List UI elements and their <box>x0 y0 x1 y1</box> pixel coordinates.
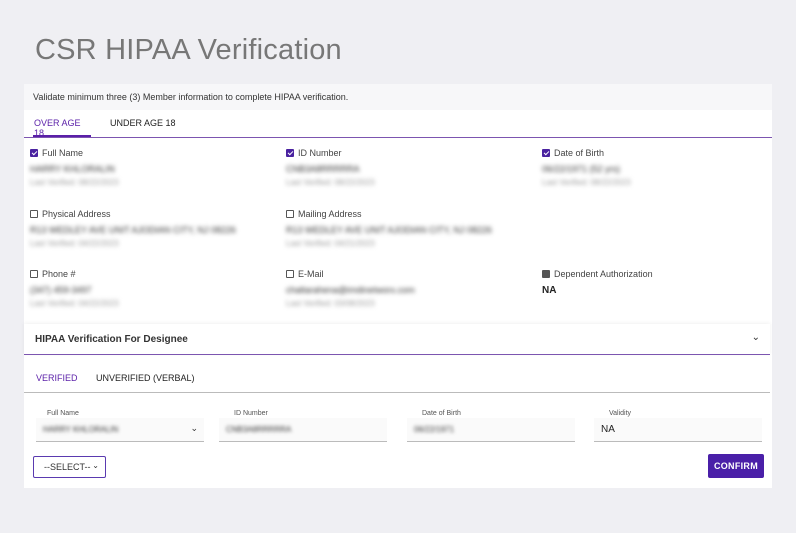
full-name-last-verified: Last Verified: 08/22/2023 <box>30 178 119 187</box>
mailing-address-checkbox[interactable] <box>286 210 294 218</box>
mailing-address-value: R13 WEDLEY AVE UNIT AJODIAN CITY, NJ 082… <box>286 225 492 235</box>
designee-section-title: HIPAA Verification For Designee <box>35 334 188 345</box>
field-dob: Date of Birth 06/22/1971 (52 yrs) Last V… <box>542 148 631 187</box>
field-physical-address: Physical Address R13 WEDLEY AVE UNIT AJO… <box>30 209 236 248</box>
designee-dob-field[interactable]: Date of Birth 06/22/1971 <box>407 406 575 444</box>
select-dropdown-label: --SELECT-- <box>44 462 91 472</box>
designee-dob-value: 06/22/1971 <box>414 425 455 434</box>
designee-dob-label: Date of Birth <box>422 410 461 417</box>
designee-validity-field: Validity NA <box>594 406 762 444</box>
email-label: E-Mail <box>298 269 324 279</box>
designee-id-number-label: ID Number <box>234 410 268 417</box>
id-number-checkbox[interactable] <box>286 149 294 157</box>
designee-tabs: VERIFIED UNVERIFIED (VERBAL) <box>24 364 770 393</box>
chevron-down-icon[interactable]: ⌄ <box>752 332 760 343</box>
phone-checkbox[interactable] <box>30 270 38 278</box>
field-dependent-authorization: Dependent Authorization NA <box>542 269 653 296</box>
id-number-value: CNB3A8RRRRRA <box>286 164 360 174</box>
full-name-checkbox[interactable] <box>30 149 38 157</box>
field-full-name: Full Name HARRY KHLORALIN Last Verified:… <box>30 148 119 187</box>
field-email: E-Mail chaltarahena@imdinetworx.com Last… <box>286 269 415 308</box>
designee-full-name-value: HARRY KHLORALIN <box>43 425 119 434</box>
field-phone: Phone # (347) 459-3497 Last Verified: 04… <box>30 269 119 308</box>
field-id-number: ID Number CNB3A8RRRRRA Last Verified: 08… <box>286 148 375 187</box>
designee-full-name-select[interactable]: Full Name HARRY KHLORALIN ⌄ <box>36 406 204 444</box>
physical-address-value: R13 WEDLEY AVE UNIT AJODIAN CITY, NJ 082… <box>30 225 236 235</box>
mailing-address-last-verified: Last Verified: 04/21/2023 <box>286 239 375 248</box>
phone-label: Phone # <box>42 269 76 279</box>
email-last-verified: Last Verified: 03/08/2023 <box>286 299 375 308</box>
dob-value: 06/22/1971 (52 yrs) <box>542 164 621 174</box>
id-number-label: ID Number <box>298 148 342 158</box>
tab-over-age-18[interactable]: OVER AGE 18 <box>33 110 91 138</box>
physical-address-checkbox[interactable] <box>30 210 38 218</box>
dob-checkbox[interactable] <box>542 149 550 157</box>
tab-under-age-18[interactable]: UNDER AGE 18 <box>110 110 176 137</box>
dob-label: Date of Birth <box>554 148 605 158</box>
verification-card: Validate minimum three (3) Member inform… <box>24 84 772 488</box>
physical-address-last-verified: Last Verified: 04/22/2023 <box>30 239 119 248</box>
chevron-down-icon: ⌄ <box>92 461 99 470</box>
page-title: CSR HIPAA Verification <box>35 34 342 66</box>
tab-verified[interactable]: VERIFIED <box>36 364 78 392</box>
select-dropdown[interactable]: --SELECT-- ⌄ <box>33 456 106 478</box>
phone-value: (347) 459-3497 <box>30 285 92 295</box>
phone-last-verified: Last Verified: 04/22/2023 <box>30 299 119 308</box>
mailing-address-label: Mailing Address <box>298 209 362 219</box>
designee-id-number-value: CNB3A8RRRRRA <box>226 425 292 434</box>
age-tabs: OVER AGE 18 UNDER AGE 18 <box>24 110 772 138</box>
physical-address-label: Physical Address <box>42 209 111 219</box>
email-value: chaltarahena@imdinetworx.com <box>286 285 415 295</box>
field-mailing-address: Mailing Address R13 WEDLEY AVE UNIT AJOD… <box>286 209 492 248</box>
instructions-text: Validate minimum three (3) Member inform… <box>24 84 772 110</box>
designee-accordion-header[interactable]: HIPAA Verification For Designee ⌄ <box>24 324 770 355</box>
id-number-last-verified: Last Verified: 08/22/2023 <box>286 178 375 187</box>
full-name-value: HARRY KHLORALIN <box>30 164 115 174</box>
confirm-button[interactable]: CONFIRM <box>708 454 764 478</box>
dob-last-verified: Last Verified: 08/22/2023 <box>542 178 631 187</box>
dependent-authorization-indicator <box>542 270 550 278</box>
email-checkbox[interactable] <box>286 270 294 278</box>
tab-unverified-verbal[interactable]: UNVERIFIED (VERBAL) <box>96 364 195 392</box>
dependent-authorization-value: NA <box>542 285 557 296</box>
full-name-label: Full Name <box>42 148 84 158</box>
designee-validity-value: NA <box>601 424 615 435</box>
chevron-down-icon: ⌄ <box>190 423 198 433</box>
designee-full-name-label: Full Name <box>47 410 79 417</box>
dependent-authorization-label: Dependent Authorization <box>554 269 653 279</box>
designee-id-number-field[interactable]: ID Number CNB3A8RRRRRA <box>219 406 387 444</box>
designee-validity-label: Validity <box>609 410 632 417</box>
